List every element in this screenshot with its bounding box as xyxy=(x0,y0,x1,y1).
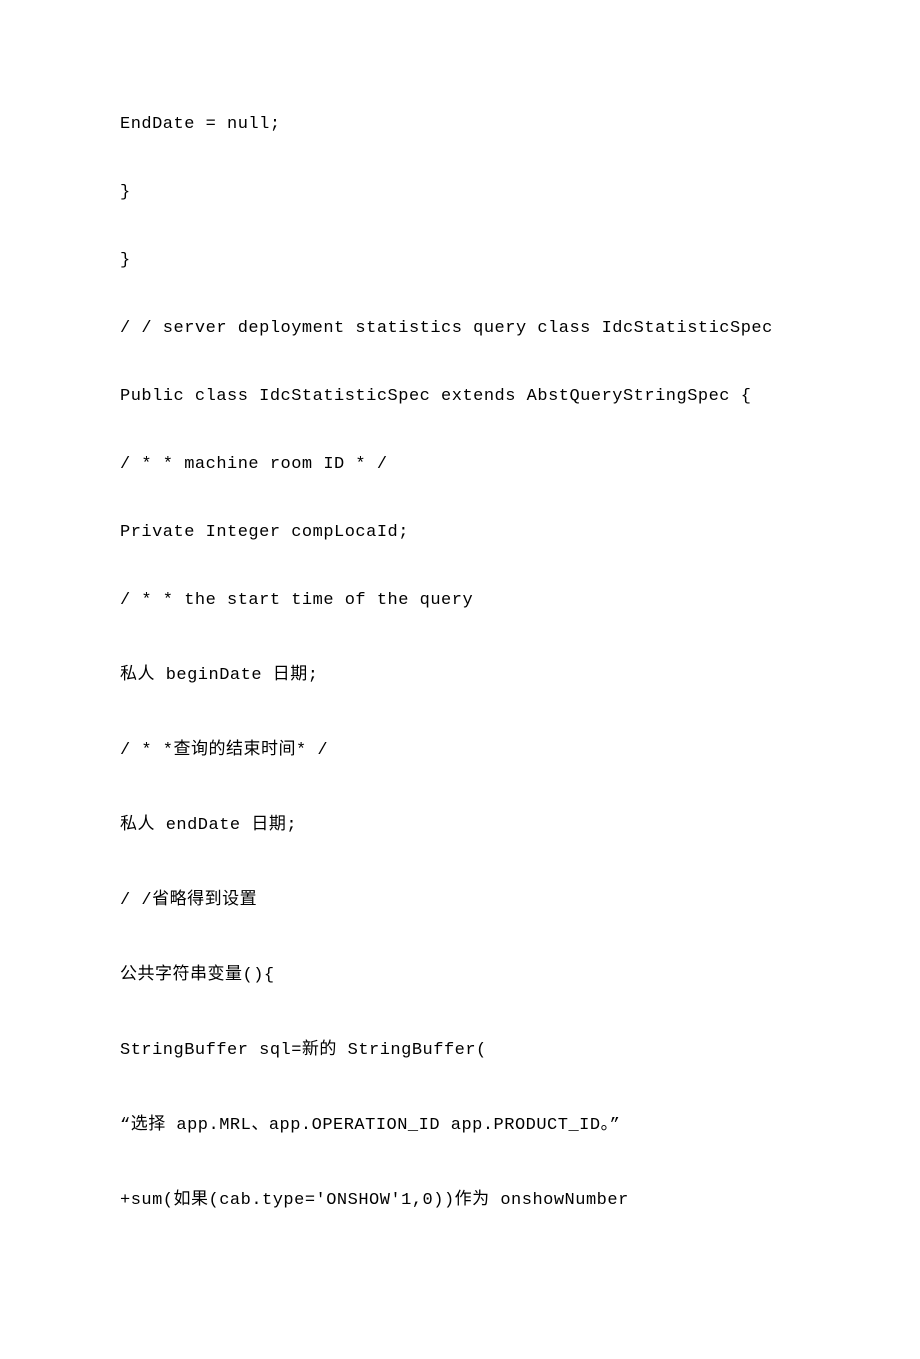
code-line: / * * the start time of the query xyxy=(120,591,800,610)
code-line: +sum(如果(cab.type='ONSHOW'1,0))作为 onshowN… xyxy=(120,1184,800,1210)
document-page: EndDate = null; } } / / server deploymen… xyxy=(0,0,920,1359)
code-line: / / server deployment statistics query c… xyxy=(120,319,800,338)
code-line: / * * machine room ID * / xyxy=(120,455,800,474)
code-line: Private Integer compLocaId; xyxy=(120,523,800,542)
code-line: } xyxy=(120,251,800,270)
code-line: 公共字符串变量(){ xyxy=(120,959,800,985)
code-line: StringBuffer sql=新的 StringBuffer( xyxy=(120,1034,800,1060)
code-line: / /省略得到设置 xyxy=(120,884,800,910)
code-line: / * *查询的结束时间* / xyxy=(120,734,800,760)
code-line: } xyxy=(120,183,800,202)
code-line: Public class IdcStatisticSpec extends Ab… xyxy=(120,387,800,406)
code-line: 私人 endDate 日期; xyxy=(120,809,800,835)
code-line: “选择 app.MRL、app.OPERATION_ID app.PRODUCT… xyxy=(120,1109,800,1135)
code-line: EndDate = null; xyxy=(120,115,800,134)
code-line: 私人 beginDate 日期; xyxy=(120,659,800,685)
